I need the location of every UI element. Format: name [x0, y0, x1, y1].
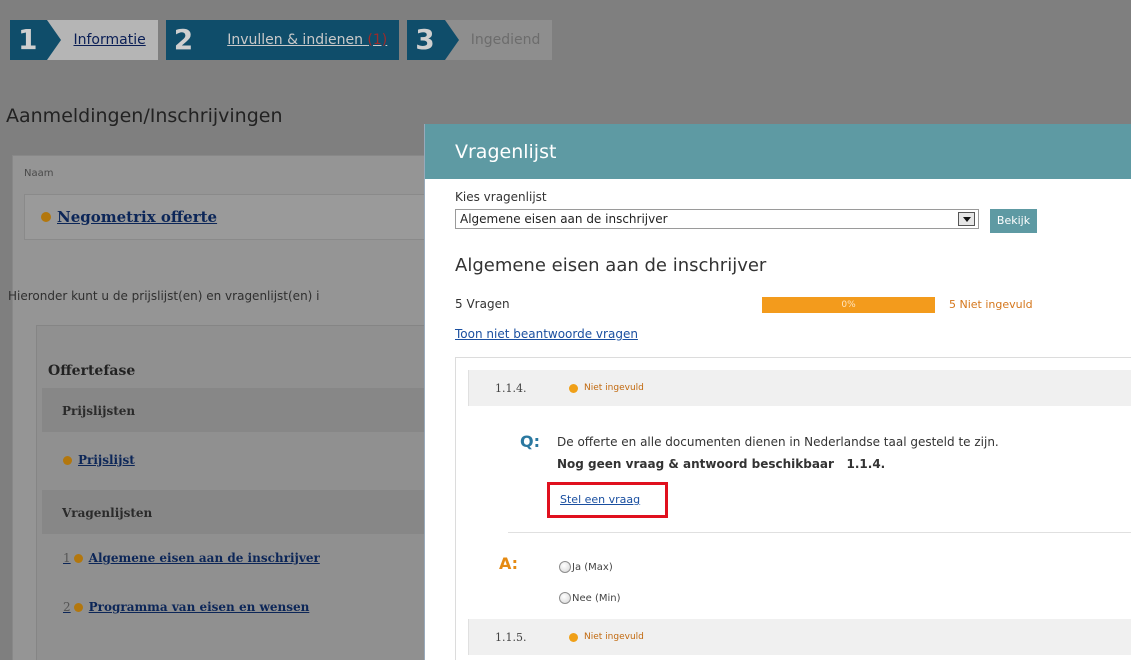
step-invullen[interactable]: 2 Invullen & indienen (1) [165, 20, 400, 60]
tender-row[interactable]: Negometrix offerte [24, 194, 444, 240]
question-text: De offerte en alle documenten dienen in … [557, 435, 999, 449]
prijslijst-label[interactable]: Prijslijst [78, 453, 135, 467]
step-number: 2 [165, 20, 218, 60]
a-label: A: [499, 554, 519, 573]
question-header: 1.1.4. Niet ingevuld [468, 370, 1131, 406]
bekijk-button[interactable]: Bekijk [990, 209, 1037, 233]
step-count-badge: (1) [367, 32, 388, 48]
vragenlijst-index: 1 [63, 551, 71, 565]
question-header: 1.1.5. Niet ingevuld [468, 619, 1131, 655]
q-label: Q: [520, 432, 540, 451]
step-number: 1 [10, 20, 63, 60]
highlight-box: Stel een vraag [547, 482, 668, 518]
status-dot-icon [41, 212, 51, 222]
vragenlijsten-header: Vragenlijsten [62, 506, 153, 520]
no-answer-label: Nog geen vraag & antwoord beschikbaar [557, 457, 834, 471]
status-badge: Niet ingevuld [569, 632, 644, 642]
status-dot-icon [73, 602, 83, 612]
status-text: Niet ingevuld [584, 383, 644, 393]
step-ingediend[interactable]: 3 Ingediend [407, 20, 553, 60]
step-label-text: Invullen & indienen [227, 32, 363, 48]
unanswered-count: 5 Niet ingevuld [949, 298, 1033, 311]
questionnaire-heading: Algemene eisen aan de inschrijver [455, 255, 767, 276]
question-number: 1.1.4. [495, 381, 527, 395]
vragenlijst-label[interactable]: Algemene eisen aan de inschrijver [89, 551, 320, 565]
tender-link[interactable]: Negometrix offerte [57, 208, 217, 226]
chevron-down-icon[interactable] [958, 212, 975, 226]
step-label[interactable]: Informatie [47, 20, 158, 60]
radio-button[interactable] [559, 592, 571, 604]
modal-title: Vragenlijst [425, 124, 1131, 179]
status-text: Niet ingevuld [584, 632, 644, 642]
status-badge: Niet ingevuld [569, 383, 644, 393]
prijslijsten-header: Prijslijsten [62, 404, 136, 418]
intro-text: Hieronder kunt u de prijslijst(en) en vr… [8, 289, 320, 303]
question-number: 1.1.5. [495, 630, 527, 644]
page-title: Aanmeldingen/Inschrijvingen [6, 105, 283, 127]
question-count: 5 Vragen [455, 297, 510, 311]
phase-title: Offertefase [48, 363, 136, 379]
wizard-steps: 1 Informatie 2 Invullen & indienen (1) 3… [10, 20, 560, 60]
progress-label: 0% [841, 300, 856, 310]
vragenlijst-index: 2 [63, 600, 71, 614]
vragenlijst-link[interactable]: 2 Programma van eisen en wensen [63, 600, 309, 614]
radio-label: Nee (Min) [572, 592, 621, 604]
status-dot-icon [569, 632, 578, 642]
vragenlijst-link[interactable]: 1 Algemene eisen aan de inschrijver [63, 551, 320, 565]
status-dot-icon [73, 553, 83, 563]
vragenlijst-label[interactable]: Programma van eisen en wensen [89, 600, 310, 614]
status-dot-icon [569, 383, 578, 393]
column-header-naam: Naam [24, 168, 54, 179]
step-informatie[interactable]: 1 Informatie [10, 20, 158, 60]
divider [508, 532, 1131, 533]
radio-option-nee[interactable]: Nee (Min) [559, 592, 621, 604]
vragenlijst-select[interactable]: Algemene eisen aan de inschrijver [455, 209, 979, 229]
progress-bar: 0% [762, 297, 935, 313]
kies-label: Kies vragenlijst [455, 190, 547, 204]
radio-label: Ja (Max) [572, 561, 613, 573]
step-number: 3 [407, 20, 460, 60]
toon-unanswered-link[interactable]: Toon niet beantwoorde vragen [455, 327, 638, 341]
radio-button[interactable] [559, 561, 571, 573]
status-dot-icon [63, 455, 72, 465]
vragenlijst-modal: Vragenlijst Kies vragenlijst Algemene ei… [424, 124, 1131, 660]
step-label[interactable]: Invullen & indienen (1) [203, 20, 400, 60]
no-answer-text: Nog geen vraag & antwoord beschikbaar 1.… [557, 457, 885, 471]
no-answer-ref: 1.1.4. [846, 457, 886, 471]
stel-een-vraag-link[interactable]: Stel een vraag [560, 493, 640, 506]
select-value: Algemene eisen aan de inschrijver [460, 212, 668, 226]
radio-option-ja[interactable]: Ja (Max) [559, 561, 613, 573]
prijslijst-link[interactable]: Prijslijst [63, 453, 135, 467]
step-label: Ingediend [444, 20, 553, 60]
